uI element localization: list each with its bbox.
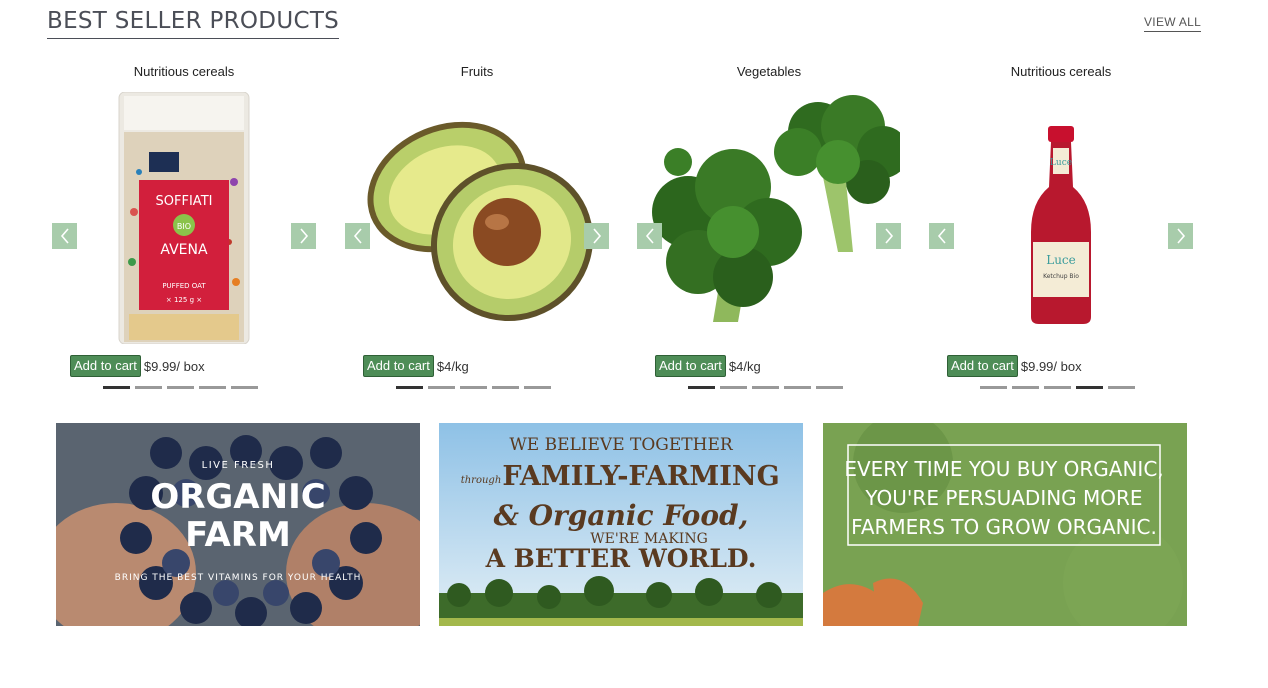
add-to-cart-button[interactable]: Add to cart: [655, 355, 726, 377]
banner-line-3: FARMERS TO GROW ORGANIC.: [851, 515, 1157, 539]
add-to-cart-button[interactable]: Add to cart: [947, 355, 1018, 377]
carousel-dots: [688, 386, 843, 389]
product-card: Nutritious cereals Luce Luce Ketchup Bio…: [921, 58, 1201, 398]
cart-row: Add to cart $9.99/ box: [947, 355, 1082, 377]
carousel-dot[interactable]: [1012, 386, 1039, 389]
carousel-dot[interactable]: [816, 386, 843, 389]
carousel-dot[interactable]: [720, 386, 747, 389]
chevron-left-icon: [645, 228, 654, 244]
avocado-icon[interactable]: [367, 92, 594, 344]
banner-line-1: WE BELIEVE TOGETHER: [509, 435, 734, 455]
product-price: $9.99/ box: [143, 358, 205, 374]
banner-organic-farm[interactable]: LIVE FRESH ORGANIC FARM BRING THE BEST V…: [56, 423, 420, 626]
chevron-left-icon: [353, 228, 362, 244]
section-title: BEST SELLER PRODUCTS: [47, 6, 340, 39]
carousel-dot[interactable]: [752, 386, 779, 389]
bottle-brand: Luce: [1046, 253, 1076, 267]
product-name: Nutritious cereals: [133, 64, 235, 79]
banner-line-3: & Organic Food,: [494, 499, 749, 532]
carousel-dots: [396, 386, 551, 389]
carousel-dot[interactable]: [1044, 386, 1071, 389]
bottle-neck-brand: Luce: [1050, 158, 1072, 168]
puffed-oat-package-icon[interactable]: SOFFIATI BIO AVENA PUFFED OAT × 125 g ×: [84, 91, 284, 345]
chevron-left-icon: [937, 228, 946, 244]
product-price: $4/kg: [728, 358, 761, 374]
carousel-dot[interactable]: [428, 386, 455, 389]
package-weight: × 125 g ×: [166, 296, 202, 304]
carousel-prev-button[interactable]: [929, 223, 954, 249]
chevron-right-icon: [884, 228, 893, 244]
carousel-dot[interactable]: [492, 386, 519, 389]
product-price: $4/kg: [436, 358, 469, 374]
carousel-dot[interactable]: [460, 386, 487, 389]
carousel-dot[interactable]: [135, 386, 162, 389]
product-name: Vegetables: [736, 64, 802, 79]
carousel-dot[interactable]: [524, 386, 551, 389]
product-card: Nutritious cereals SOFFIATI BIO AVENA PU…: [44, 58, 324, 398]
carousel-dot[interactable]: [231, 386, 258, 389]
package-brand: SOFFIATI: [156, 194, 213, 209]
broccoli-icon[interactable]: [652, 92, 909, 344]
product-price: $9.99/ box: [1020, 358, 1082, 374]
carousel-dot[interactable]: [688, 386, 715, 389]
banner-through: through: [461, 475, 502, 486]
banner-title-2: FARM: [185, 515, 291, 555]
add-to-cart-button[interactable]: Add to cart: [70, 355, 141, 377]
carousel-dot[interactable]: [167, 386, 194, 389]
carousel-prev-button[interactable]: [637, 223, 662, 249]
cart-row: Add to cart $4/kg: [363, 355, 469, 377]
product-card: Vegetables Add to cart $4/kg: [629, 58, 909, 398]
banner-line-2: YOU'RE PERSUADING MORE: [864, 486, 1142, 510]
banner-kicker: LIVE FRESH: [202, 460, 275, 471]
carousel-prev-button[interactable]: [345, 223, 370, 249]
product-card: Fruits Add to cart $4/kg: [337, 58, 617, 398]
banner-grow-organic[interactable]: EVERY TIME YOU BUY ORGANIC, YOU'RE PERSU…: [823, 423, 1187, 626]
ketchup-bottle-icon[interactable]: Luce Luce Ketchup Bio: [961, 92, 1161, 344]
chevron-right-icon: [1176, 228, 1185, 244]
carousel-dot[interactable]: [784, 386, 811, 389]
carousel-next-button[interactable]: [584, 223, 609, 249]
carousel-dot[interactable]: [199, 386, 226, 389]
add-to-cart-button[interactable]: Add to cart: [363, 355, 434, 377]
cart-row: Add to cart $9.99/ box: [70, 355, 205, 377]
cart-row: Add to cart $4/kg: [655, 355, 761, 377]
banner-title-1: ORGANIC: [150, 477, 325, 517]
package-product: AVENA: [160, 242, 208, 258]
product-name: Nutritious cereals: [1010, 64, 1112, 79]
carousel-dot[interactable]: [396, 386, 423, 389]
carousel-next-button[interactable]: [876, 223, 901, 249]
carousel-dot[interactable]: [1108, 386, 1135, 389]
carousel-dots: [103, 386, 258, 389]
carousel-next-button[interactable]: [291, 223, 316, 249]
chevron-left-icon: [60, 228, 69, 244]
view-all-link[interactable]: VIEW ALL: [1144, 15, 1202, 32]
carousel-dot[interactable]: [103, 386, 130, 389]
banner-line-2: FAMILY-FARMING: [502, 461, 779, 492]
chevron-right-icon: [299, 228, 308, 244]
carousel-prev-button[interactable]: [52, 223, 77, 249]
chevron-right-icon: [592, 228, 601, 244]
bottle-label: Ketchup Bio: [1043, 273, 1079, 280]
package-badge: BIO: [177, 222, 191, 231]
banner-line-1: EVERY TIME YOU BUY ORGANIC,: [844, 457, 1163, 481]
banner-line-5: A BETTER WORLD.: [485, 544, 757, 573]
package-sub: PUFFED OAT: [162, 282, 206, 290]
banner-family-farming[interactable]: WE BELIEVE TOGETHER through FAMILY-FARMI…: [439, 423, 803, 626]
carousel-next-button[interactable]: [1168, 223, 1193, 249]
banner-subtitle: BRING THE BEST VITAMINS FOR YOUR HEALTH: [115, 573, 362, 583]
carousel-dots: [980, 386, 1135, 389]
carousel-dot[interactable]: [980, 386, 1007, 389]
carousel-dot[interactable]: [1076, 386, 1103, 389]
product-name: Fruits: [460, 64, 494, 79]
